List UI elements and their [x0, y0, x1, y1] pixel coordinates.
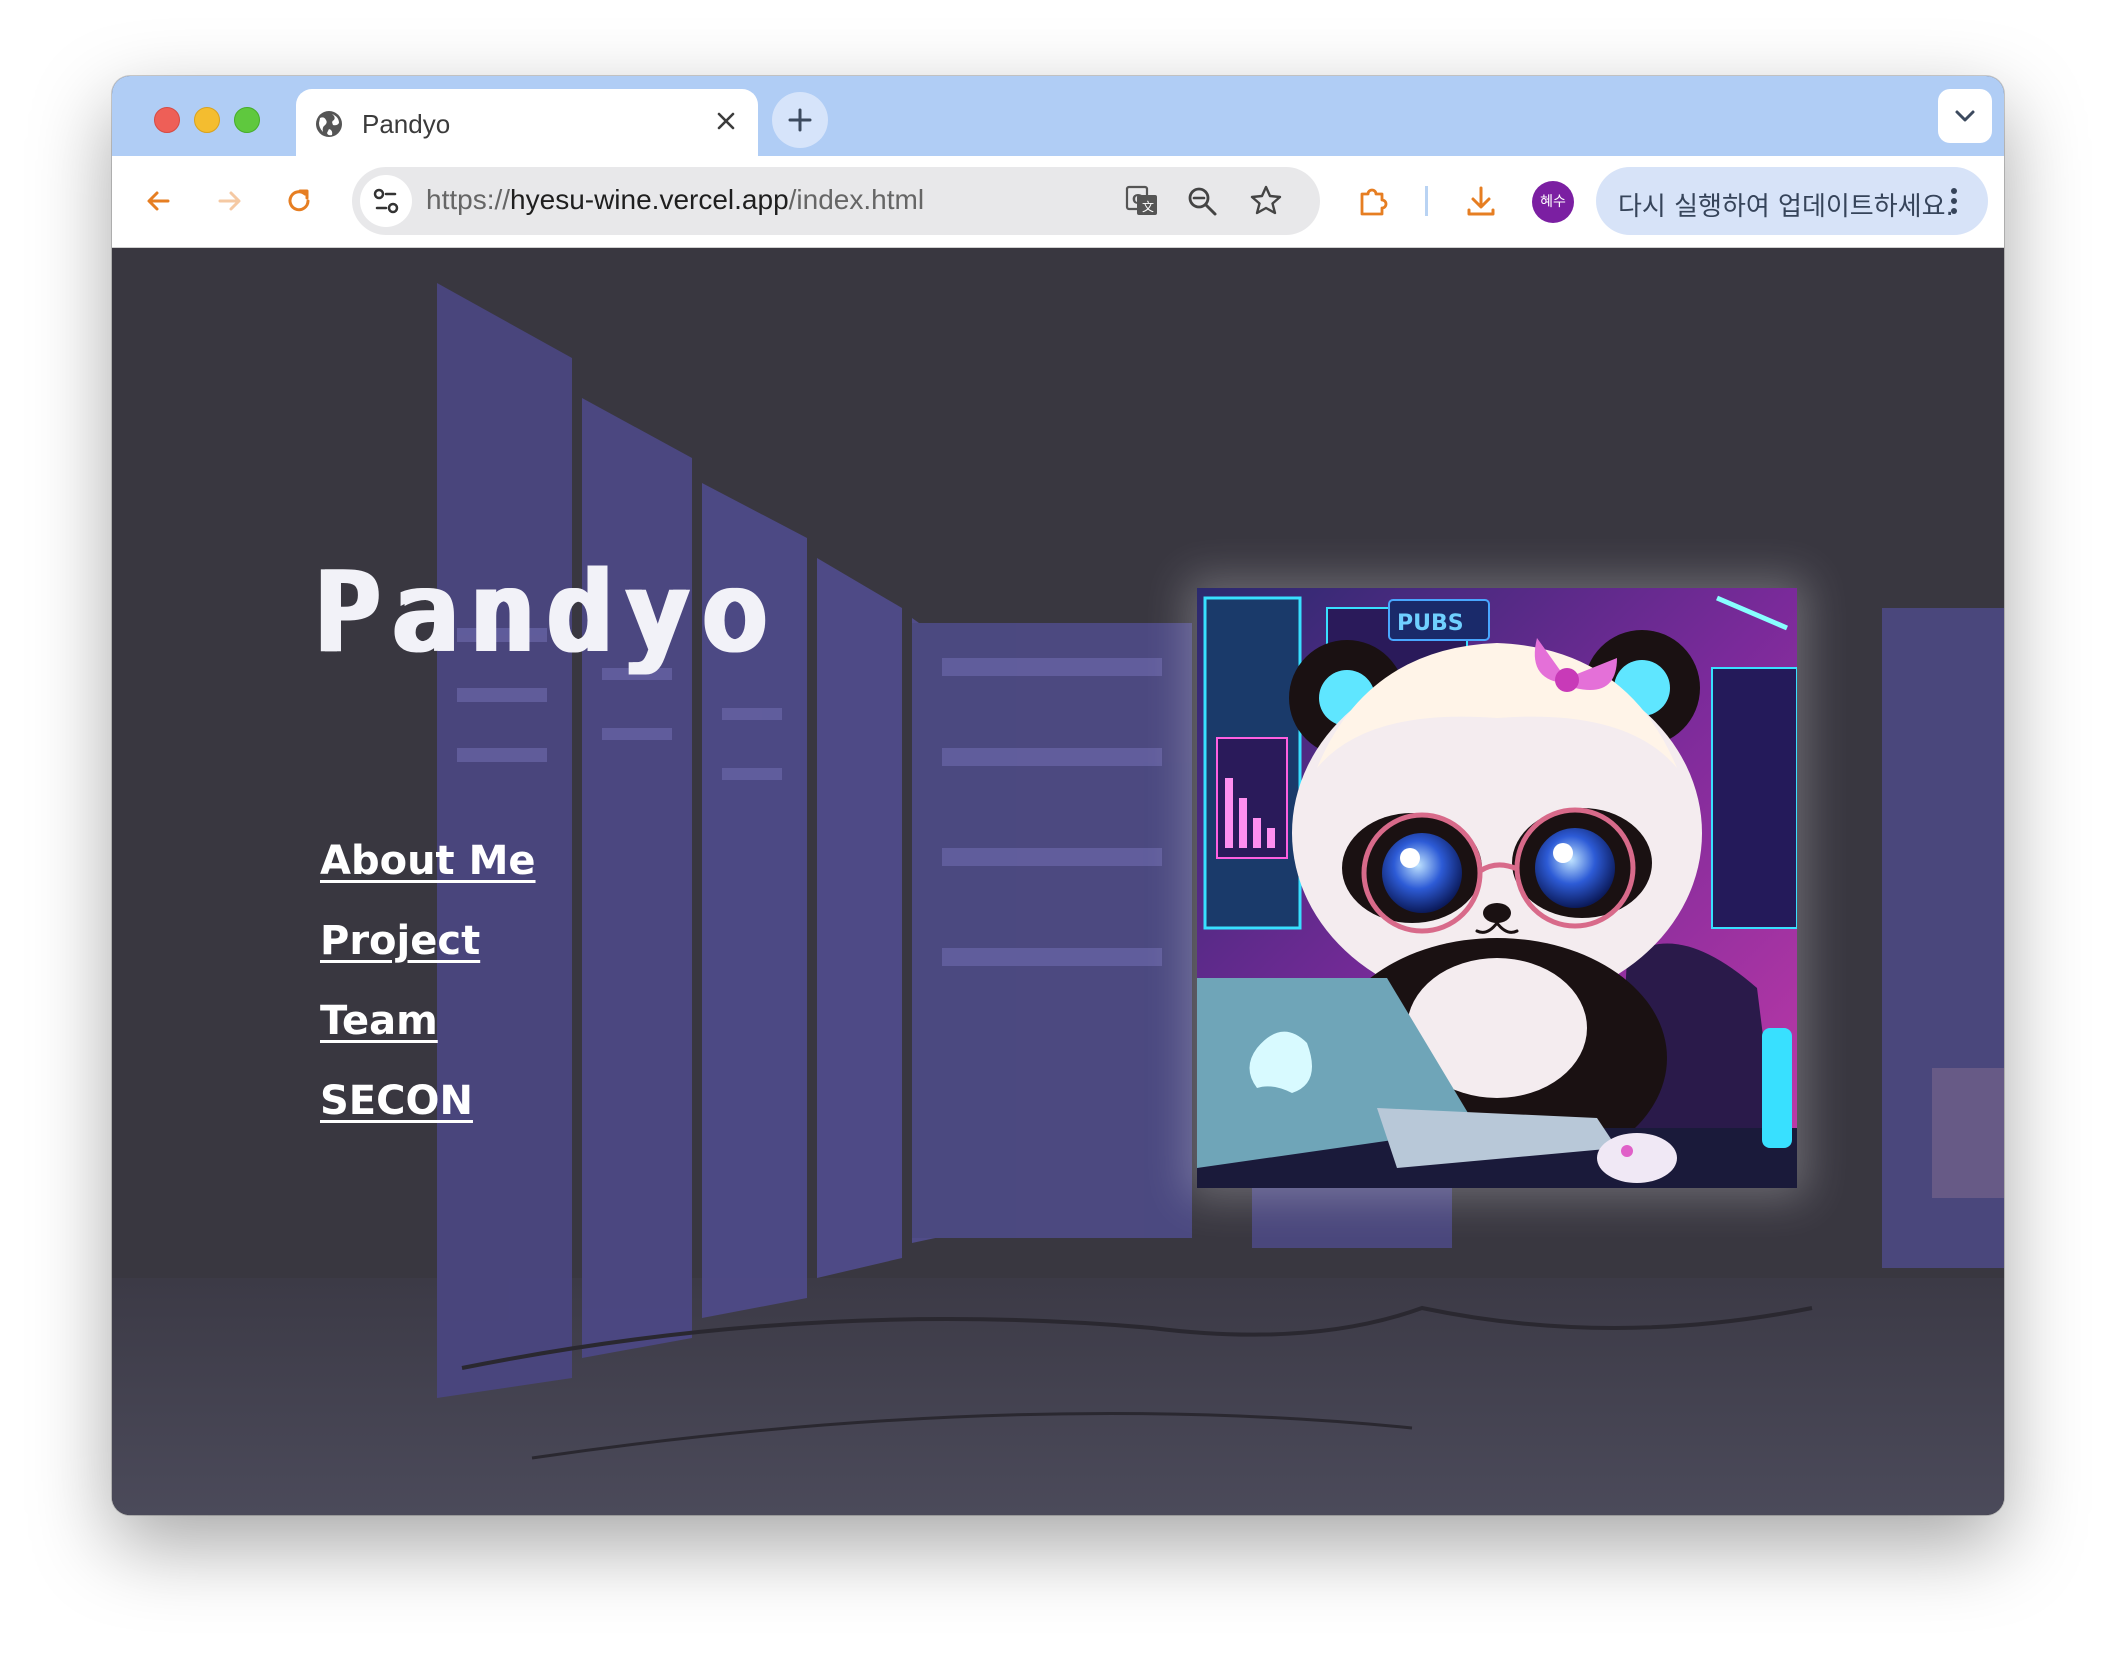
- url-text[interactable]: https://hyesu-wine.vercel.app/index.html: [426, 184, 924, 216]
- toolbar-divider: [1425, 186, 1428, 216]
- nav-team[interactable]: Team: [320, 998, 536, 1078]
- nav-secon[interactable]: SECON: [320, 1078, 536, 1158]
- svg-text:文: 文: [1142, 199, 1154, 214]
- main-nav: About Me Project Team SECON: [320, 838, 536, 1158]
- plus-icon: [788, 108, 812, 132]
- nav-about-me[interactable]: About Me: [320, 838, 536, 918]
- pubs-neon-sign: PUBS: [1388, 599, 1490, 641]
- profile-avatar[interactable]: 혜수: [1532, 181, 1574, 223]
- panda-hero-image: PUBS: [1197, 588, 1797, 1188]
- tab-title: Pandyo: [362, 109, 451, 139]
- more-vertical-icon: [1951, 188, 1957, 214]
- url-path: /index.html: [788, 184, 925, 215]
- star-icon[interactable]: [1246, 181, 1286, 221]
- tune-icon: [373, 188, 399, 214]
- zoom-out-icon[interactable]: [1182, 181, 1222, 221]
- zoom-window-button[interactable]: [234, 107, 260, 133]
- globe-icon: [316, 111, 342, 137]
- tab-pandyo[interactable]: Pandyo: [296, 89, 758, 156]
- update-button-label: 다시 실행하여 업데이트하세요.: [1618, 192, 1954, 222]
- browser-window: Pandyo https://hyesu-wine.vercel.app/ind…: [112, 76, 2004, 1515]
- address-bar[interactable]: https://hyesu-wine.vercel.app/index.html…: [352, 167, 1320, 235]
- url-scheme: https://: [426, 184, 511, 215]
- forward-arrow-icon[interactable]: [208, 180, 250, 222]
- site-info-button[interactable]: [360, 175, 412, 227]
- chevron-down-icon: [1955, 110, 1975, 122]
- page-content: Pandyo About Me Project Team SECON PUBS: [112, 248, 2004, 1515]
- translate-icon[interactable]: G 文: [1122, 181, 1162, 221]
- nav-project[interactable]: Project: [320, 918, 536, 998]
- tab-strip: Pandyo: [112, 76, 2004, 156]
- close-window-button[interactable]: [154, 107, 180, 133]
- reload-icon[interactable]: [278, 180, 320, 222]
- svg-text:PUBS: PUBS: [1397, 611, 1464, 636]
- extensions-icon[interactable]: [1352, 180, 1394, 222]
- url-host: hyesu-wine.vercel.app: [510, 184, 789, 215]
- page-title: Pandyo: [312, 548, 777, 678]
- back-arrow-icon[interactable]: [138, 180, 180, 222]
- close-icon[interactable]: [708, 103, 744, 139]
- panda-illustration: PUBS: [1197, 588, 1797, 1188]
- update-button[interactable]: 다시 실행하여 업데이트하세요.: [1596, 167, 1988, 235]
- download-icon[interactable]: [1460, 180, 1502, 222]
- minimize-window-button[interactable]: [194, 107, 220, 133]
- new-tab-button[interactable]: [772, 92, 828, 148]
- browser-toolbar: https://hyesu-wine.vercel.app/index.html…: [112, 156, 2004, 248]
- tab-search-button[interactable]: [1938, 89, 1992, 143]
